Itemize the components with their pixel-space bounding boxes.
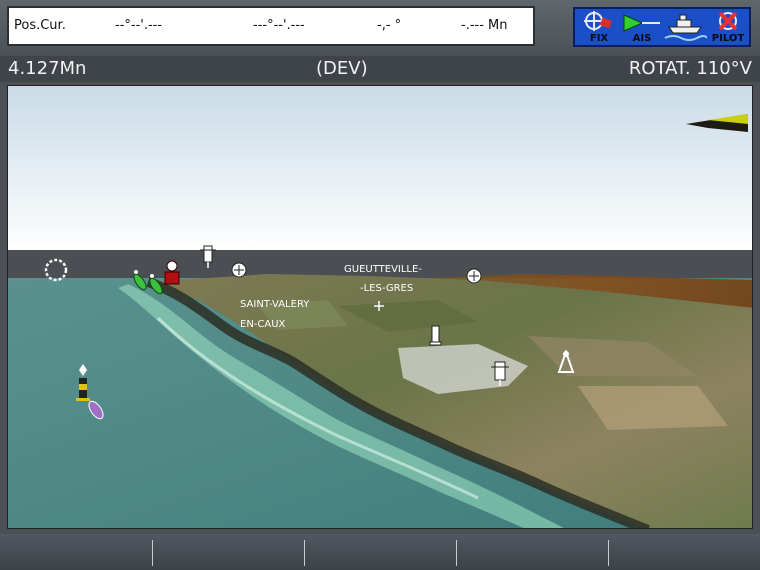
rotation-readout: ROTAT. 110°V <box>628 58 752 79</box>
cursor-position-label: Pos.Cur. <box>14 18 66 33</box>
cursor-position-box: Pos.Cur. --°--'.--- ---°--'.--- -,- ° -.… <box>7 6 535 46</box>
softkey-1[interactable] <box>0 537 150 567</box>
softkey-4[interactable] <box>457 537 607 567</box>
ais-button[interactable]: AIS <box>620 9 664 45</box>
place-label-gueutteville-2: -LES-GRES <box>360 283 413 294</box>
ais-label: AIS <box>632 33 652 44</box>
ais-target-icon <box>623 14 660 32</box>
red-harbour-marker-icon[interactable] <box>164 260 180 285</box>
softkey-bar <box>0 534 760 570</box>
cursor-bearing: -,- ° <box>377 18 402 33</box>
quick-toolbar: FIX AIS PILOT <box>573 7 751 47</box>
pilot-button[interactable]: PILOT <box>706 9 750 45</box>
cursor-longitude: ---°--'.--- <box>253 18 305 33</box>
sky <box>8 86 752 252</box>
place-label-saint-valery-2: EN-CAUX <box>240 319 286 330</box>
place-label-saint-valery: SAINT-VALERY <box>240 299 310 310</box>
chart-3d-scene: GUEUTTEVILLE- -LES-GRES SAINT-VALERY EN-… <box>8 86 752 528</box>
cursor-distance: -.--- Mn <box>461 18 508 33</box>
lighthouse-icon[interactable] <box>429 325 442 346</box>
fix-label: FIX <box>589 33 609 44</box>
view-mode: (DEV) <box>316 58 368 79</box>
pilot-label: PILOT <box>711 33 745 44</box>
top-bar: Pos.Cur. --°--'.--- ---°--'.--- -,- ° -.… <box>0 0 760 56</box>
softkey-3[interactable] <box>305 537 455 567</box>
boat-view-button[interactable] <box>663 9 708 45</box>
wreck-marker-icon[interactable] <box>231 262 247 278</box>
softkey-5[interactable] <box>609 537 759 567</box>
chart-3d-view[interactable]: GUEUTTEVILLE- -LES-GRES SAINT-VALERY EN-… <box>7 85 753 529</box>
wreck-marker-icon[interactable] <box>466 268 482 284</box>
info-bar: 4.127Mn (DEV) ROTAT. 110°V <box>0 56 760 82</box>
pilot-icon <box>718 11 738 31</box>
cursor-latitude: --°--'.--- <box>115 18 163 33</box>
range-readout: 4.127Mn <box>8 58 87 79</box>
fix-button[interactable]: FIX <box>577 9 621 45</box>
softkey-2[interactable] <box>153 537 303 567</box>
boat-icon <box>664 14 708 41</box>
fix-icon <box>584 11 613 31</box>
place-label-gueutteville: GUEUTTEVILLE- <box>344 264 422 275</box>
